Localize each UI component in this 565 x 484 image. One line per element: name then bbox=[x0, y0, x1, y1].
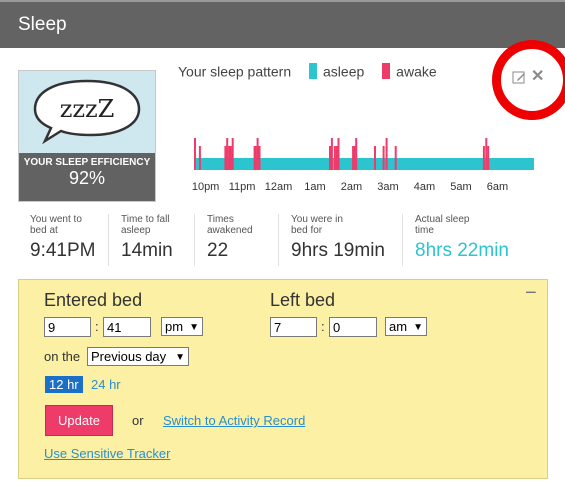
asleep-swatch bbox=[309, 63, 318, 80]
legend-asleep: asleep bbox=[323, 63, 365, 80]
awake-mark bbox=[374, 146, 376, 170]
stat-label: You were in bed for bbox=[291, 214, 343, 236]
awake-mark bbox=[337, 138, 340, 170]
left-bed-label: Left bed bbox=[270, 290, 336, 310]
tick-label: 1am bbox=[304, 181, 325, 193]
stat-value: 8hrs 22min bbox=[415, 240, 509, 261]
entered-minute-input[interactable] bbox=[103, 317, 151, 337]
sleep-stats: You went to bed at 9:41PM Time to fall a… bbox=[18, 214, 548, 266]
legend-title: Your sleep pattern bbox=[178, 63, 292, 80]
efficiency-illustration: zzzZ bbox=[19, 71, 155, 153]
highlight-circle bbox=[492, 40, 565, 120]
tick-label: 6am bbox=[487, 181, 508, 193]
efficiency-value: 92% bbox=[68, 168, 106, 188]
awake-mark bbox=[487, 146, 490, 170]
tick-label: 5am bbox=[450, 181, 471, 193]
awake-mark bbox=[394, 146, 397, 170]
select-value: am bbox=[389, 319, 408, 334]
tick-label: 12am bbox=[265, 181, 293, 193]
on-the-label: on the bbox=[44, 349, 81, 364]
awake-mark bbox=[228, 146, 231, 170]
stat-value: 14min bbox=[121, 240, 173, 261]
tick-label: 4am bbox=[414, 181, 435, 193]
chevron-down-icon: ▼ bbox=[175, 352, 185, 363]
awake-mark bbox=[231, 138, 234, 170]
page-title: Sleep bbox=[18, 14, 67, 35]
stat-label: Time to fall asleep bbox=[121, 214, 170, 236]
stat-in-bed: You were in bed for 9hrs 19min bbox=[278, 214, 402, 266]
12hr-toggle[interactable]: 12 hr bbox=[45, 376, 83, 393]
awake-mark bbox=[226, 138, 229, 170]
entered-hour-input[interactable] bbox=[44, 317, 91, 337]
awake-mark bbox=[329, 146, 331, 170]
chevron-down-icon: ▼ bbox=[189, 322, 199, 333]
stat-value: 9hrs 19min bbox=[291, 240, 385, 261]
sleep-chart-svg: 10pm 11pm 12am 1am 2am 3am 4am 5am 6am bbox=[192, 138, 534, 193]
sensitive-tracker-link[interactable]: Use Sensitive Tracker bbox=[44, 446, 170, 461]
bubble-text: zzzZ bbox=[60, 95, 115, 123]
entered-bed-label: Entered bed bbox=[44, 290, 143, 310]
left-ampm-select[interactable]: am ▼ bbox=[385, 317, 427, 336]
awake-mark bbox=[485, 138, 488, 170]
efficiency-label: YOUR SLEEP EFFICIENCY bbox=[23, 157, 151, 168]
awake-mark bbox=[482, 146, 485, 170]
left-minute-input[interactable] bbox=[329, 317, 377, 337]
awake-mark bbox=[385, 138, 388, 170]
awake-mark bbox=[256, 138, 259, 170]
awake-mark bbox=[333, 146, 336, 170]
colon: : bbox=[95, 319, 99, 334]
stat-label: Times awakened bbox=[207, 214, 253, 236]
awake-mark bbox=[382, 146, 385, 170]
update-button[interactable]: Update bbox=[45, 405, 113, 436]
tick-label: 10pm bbox=[192, 181, 220, 193]
collapse-icon[interactable]: − bbox=[525, 282, 537, 305]
stat-fall-asleep: Time to fall asleep 14min bbox=[108, 214, 194, 266]
awake-swatch bbox=[382, 63, 391, 80]
switch-activity-link[interactable]: Switch to Activity Record bbox=[163, 413, 305, 428]
stat-value: 22 bbox=[207, 240, 229, 261]
stat-awakenings: Times awakened 22 bbox=[194, 214, 278, 266]
day-select[interactable]: Previous day ▼ bbox=[87, 347, 189, 366]
tick-label: 11pm bbox=[229, 181, 256, 193]
awake-mark bbox=[198, 146, 201, 170]
awake-mark bbox=[355, 138, 358, 170]
chevron-down-icon: ▼ bbox=[413, 322, 423, 333]
stat-label: You went to bed at bbox=[30, 214, 82, 236]
awake-mark bbox=[194, 138, 196, 170]
efficiency-summary: YOUR SLEEP EFFICIENCY 92% bbox=[19, 153, 155, 201]
awake-mark bbox=[254, 146, 257, 170]
entered-ampm-select[interactable]: pm ▼ bbox=[161, 317, 203, 336]
awake-mark bbox=[229, 146, 232, 170]
stat-bedtime: You went to bed at 9:41PM bbox=[18, 214, 108, 266]
awake-mark bbox=[330, 138, 333, 170]
awake-mark bbox=[353, 146, 356, 170]
24hr-toggle[interactable]: 24 hr bbox=[91, 377, 121, 392]
speech-bubble-icon: zzzZ bbox=[33, 79, 141, 145]
header-bar: Sleep bbox=[0, 0, 565, 48]
awake-mark bbox=[258, 146, 261, 170]
edit-entry-form: Entered bed Left bed − : pm ▼ : am ▼ on th… bbox=[18, 279, 548, 479]
legend-awake: awake bbox=[396, 63, 437, 80]
awake-mark bbox=[224, 146, 227, 170]
stat-label: Actual sleep time bbox=[415, 214, 470, 236]
sleep-legend: Your sleep pattern asleep awake bbox=[178, 62, 437, 80]
select-value: Previous day bbox=[91, 349, 167, 364]
awake-mark bbox=[335, 146, 338, 170]
stat-actual-sleep: Actual sleep time 8hrs 22min bbox=[402, 214, 542, 266]
tick-label: 2am bbox=[341, 181, 362, 193]
colon: : bbox=[321, 319, 325, 334]
sleep-pattern-chart: 10pm 11pm 12am 1am 2am 3am 4am 5am 6am bbox=[190, 130, 540, 200]
tick-label: 3am bbox=[377, 181, 398, 193]
left-hour-input[interactable] bbox=[270, 317, 317, 337]
or-label: or bbox=[132, 413, 144, 428]
select-value: pm bbox=[165, 319, 184, 334]
stat-value: 9:41PM bbox=[30, 240, 96, 261]
efficiency-card: zzzZ YOUR SLEEP EFFICIENCY 92% bbox=[18, 70, 156, 202]
